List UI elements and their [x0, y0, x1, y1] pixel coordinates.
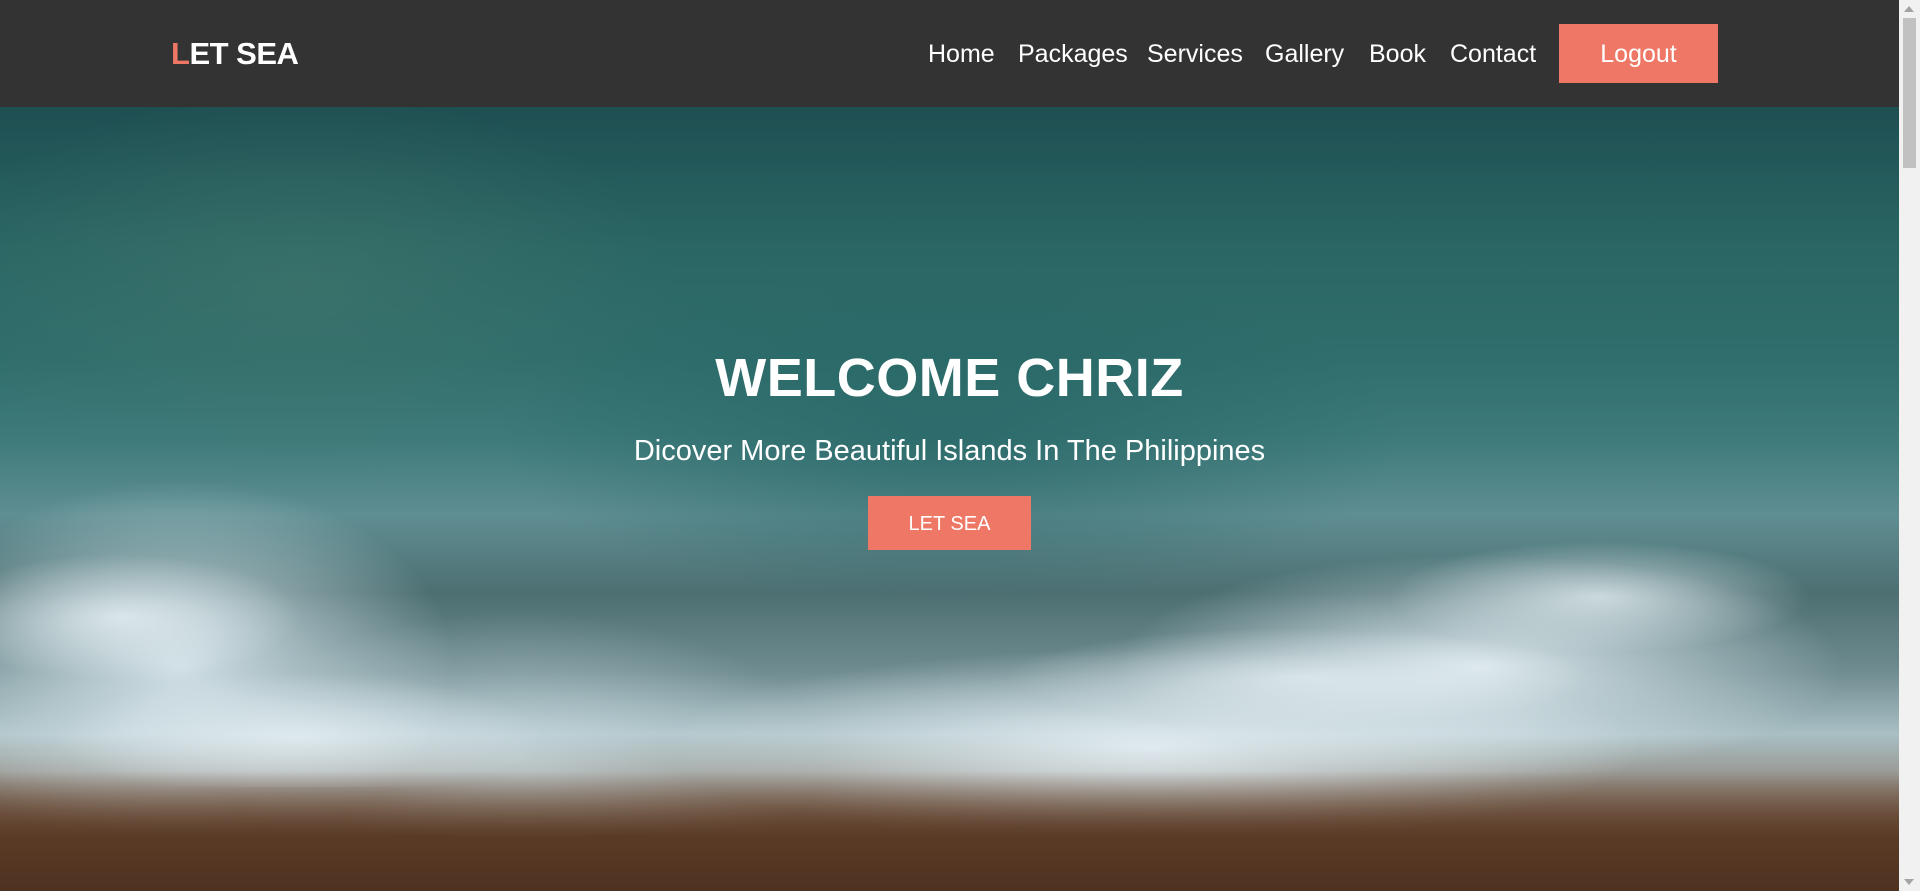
hero-cta-button[interactable]: LET SEA [868, 496, 1031, 550]
page-scrollbar[interactable] [1899, 0, 1920, 891]
nav-link-packages[interactable]: Packages [1018, 38, 1128, 70]
main-nav: Home Packages Services Gallery Book Cont… [0, 24, 1899, 83]
nav-link-home[interactable]: Home [928, 38, 995, 70]
nav-link-services[interactable]: Services [1147, 38, 1243, 70]
hero-background-foam [0, 537, 1899, 787]
scroll-down-arrow-icon[interactable] [1904, 879, 1914, 885]
site-header: LET SEA Home Packages Services Gallery B… [0, 0, 1899, 107]
nav-link-book[interactable]: Book [1369, 38, 1426, 70]
scrollbar-thumb[interactable] [1903, 18, 1916, 168]
page: LET SEA Home Packages Services Gallery B… [0, 0, 1920, 891]
logout-button[interactable]: Logout [1559, 24, 1718, 83]
hero-section: WELCOME CHRIZ Dicover More Beautiful Isl… [0, 107, 1899, 891]
nav-link-gallery[interactable]: Gallery [1265, 38, 1344, 70]
hero-subtitle: Dicover More Beautiful Islands In The Ph… [633, 435, 1266, 467]
scroll-up-arrow-icon[interactable] [1904, 6, 1914, 12]
nav-link-contact[interactable]: Contact [1450, 38, 1536, 70]
hero-title: WELCOME CHRIZ [715, 348, 1184, 408]
hero-background-sand [0, 771, 1899, 891]
